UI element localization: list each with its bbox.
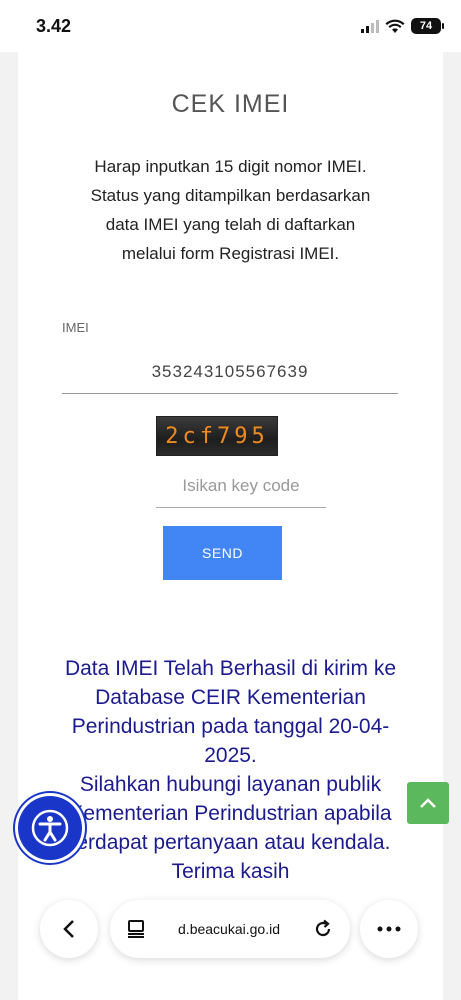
page-title: CEK IMEI	[171, 90, 290, 118]
browser-toolbar: d.beacukai.go.id	[0, 890, 461, 970]
signal-icon	[361, 19, 379, 33]
scroll-top-button[interactable]	[407, 782, 449, 824]
url-text: d.beacukai.go.id	[178, 921, 280, 937]
back-icon	[63, 920, 74, 938]
more-icon	[377, 926, 401, 932]
status-bar: 3.42 74	[0, 0, 461, 52]
accessibility-icon	[31, 809, 69, 847]
result-line: 2025.	[204, 744, 257, 767]
status-time: 3.42	[36, 16, 72, 36]
back-button[interactable]	[40, 900, 98, 958]
instruction-line: melalui form Registrasi IMEI.	[121, 244, 340, 263]
imei-input[interactable]	[62, 350, 398, 394]
more-button[interactable]	[360, 900, 418, 958]
result-line: Perindustrian pada tanggal 20-04-	[71, 715, 390, 738]
result-line: Silahkan hubungi layanan publik	[79, 773, 382, 796]
captcha-image: 2cf795	[156, 416, 278, 456]
chevron-up-icon	[420, 798, 436, 808]
reload-icon[interactable]	[312, 918, 334, 940]
battery-icon: 74	[411, 18, 444, 34]
send-button[interactable]: SEND	[163, 526, 282, 580]
key-code-input[interactable]	[156, 464, 326, 508]
page-content: CEK IMEI Harap inputkan 15 digit nomor I…	[18, 52, 443, 1000]
page-icon	[128, 920, 144, 938]
result-line: Database CEIR Kementerian	[95, 686, 366, 709]
imei-label: IMEI	[62, 320, 89, 335]
instruction-line: Harap inputkan 15 digit nomor IMEI.	[94, 157, 367, 176]
result-message: Data IMEI Telah Berhasil di kirim ke Dat…	[38, 654, 423, 886]
wifi-icon	[385, 19, 405, 33]
status-icons: 74	[361, 18, 444, 34]
instructions: Harap inputkan 15 digit nomor IMEI. Stat…	[58, 152, 403, 268]
result-line: Kementerian Perindustrian apabila	[69, 802, 392, 825]
result-line: terdapat pertanyaan atau kendala.	[70, 831, 391, 854]
instruction-line: Status yang ditampilkan berdasarkan	[90, 186, 371, 205]
instruction-line: data IMEI yang telah di daftarkan	[105, 215, 356, 234]
result-line: Terima kasih	[171, 860, 290, 883]
address-bar[interactable]: d.beacukai.go.id	[110, 900, 350, 958]
accessibility-button[interactable]	[18, 796, 82, 860]
result-line: Data IMEI Telah Berhasil di kirim ke	[64, 657, 397, 680]
